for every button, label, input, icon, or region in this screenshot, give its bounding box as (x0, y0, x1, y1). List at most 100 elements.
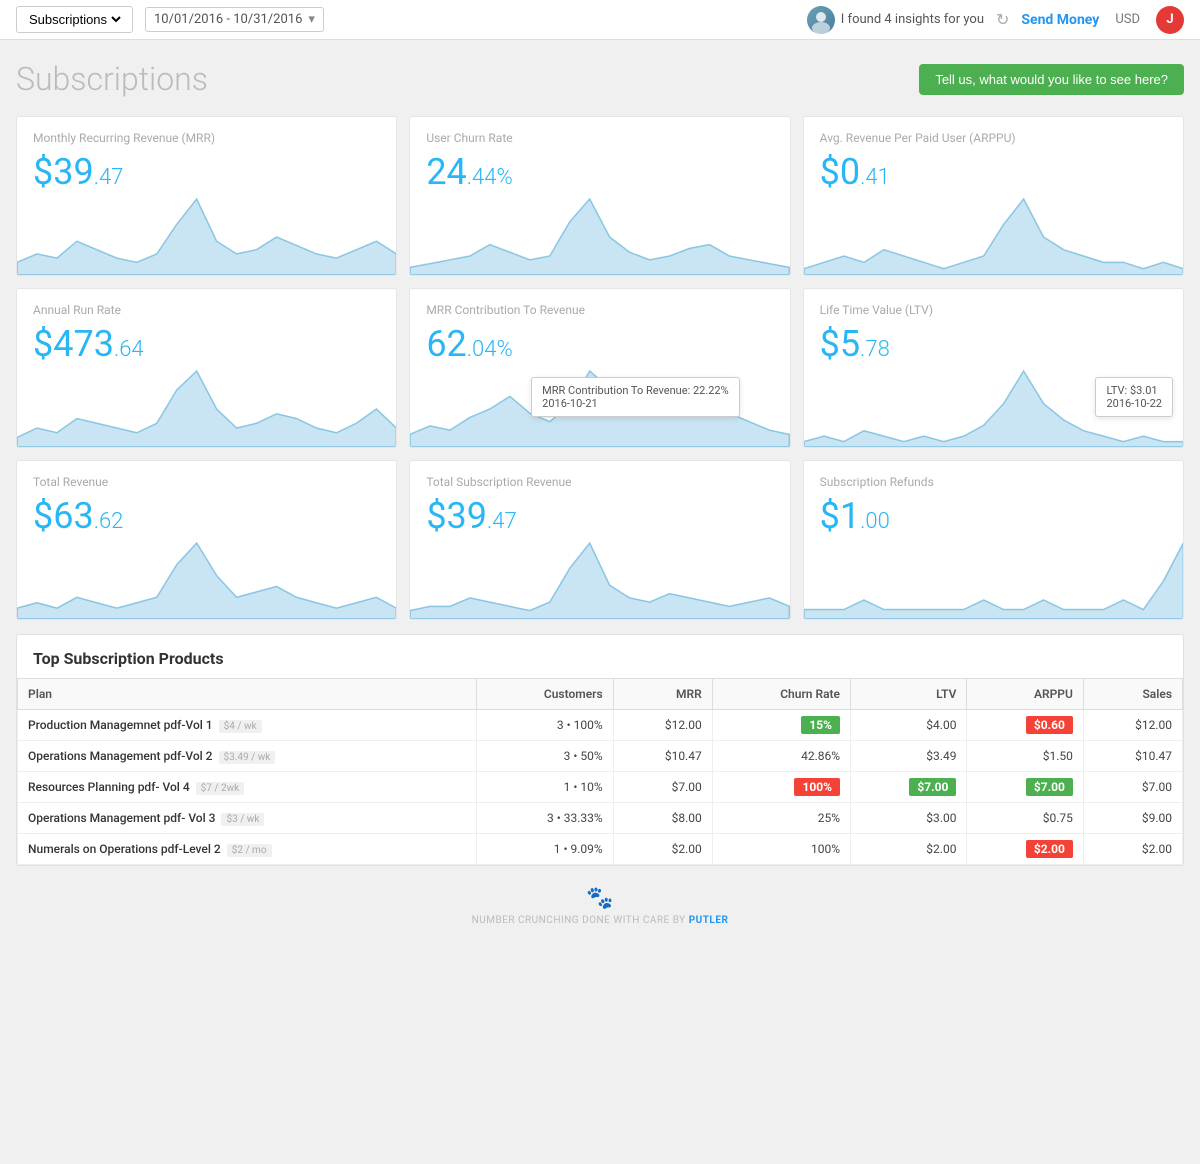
metric-label: Avg. Revenue Per Paid User (ARPPU) (820, 131, 1167, 145)
metric-chart (410, 539, 789, 619)
tell-us-button[interactable]: Tell us, what would you like to see here… (919, 64, 1184, 95)
ltv-cell: $7.00 (851, 772, 967, 803)
date-range-caret-icon: ▾ (308, 12, 315, 27)
page-title: Subscriptions (16, 60, 208, 98)
date-range-picker[interactable]: 10/01/2016 - 10/31/2016 ▾ (145, 7, 324, 32)
page-header: Subscriptions Tell us, what would you li… (16, 60, 1184, 98)
metric-card-mrr_contrib[interactable]: MRR Contribution To Revenue 62.04% MRR Con… (409, 288, 790, 448)
metric-value: $1.00 (820, 495, 1167, 537)
metric-value: $5.78 (820, 323, 1167, 365)
sales-cell: $2.00 (1083, 834, 1182, 865)
table-title: Top Subscription Products (17, 635, 1183, 678)
metric-card-total_rev[interactable]: Total Revenue$63.62 (16, 460, 397, 620)
table-row[interactable]: Resources Planning pdf- Vol 4$7 / 2wk1 •… (18, 772, 1183, 803)
user-avatar-badge[interactable]: J (1156, 6, 1184, 34)
metric-value: 62.04% (426, 323, 773, 365)
insights-text: I found 4 insights for you (841, 12, 984, 27)
metric-value: 24.44% (426, 151, 773, 193)
customers-cell: 3 • 33.33% (477, 803, 614, 834)
metric-chart (17, 367, 396, 447)
mrr-cell: $7.00 (613, 772, 712, 803)
table-row[interactable]: Numerals on Operations pdf-Level 2$2 / m… (18, 834, 1183, 865)
table-header: Customers (477, 679, 614, 710)
footer-icon: 🐾 (36, 886, 1164, 911)
ltv-cell: $2.00 (851, 834, 967, 865)
table-header: MRR (613, 679, 712, 710)
metric-label: Annual Run Rate (33, 303, 380, 317)
insights-area: I found 4 insights for you (807, 6, 984, 34)
churn-rate-cell: 25% (712, 803, 850, 834)
table-header: Plan (18, 679, 477, 710)
metric-chart (804, 539, 1183, 619)
metric-label: Total Subscription Revenue (426, 475, 773, 489)
metric-chart (17, 539, 396, 619)
sales-cell: $10.47 (1083, 741, 1182, 772)
metric-label: MRR Contribution To Revenue (426, 303, 773, 317)
ltv-cell: $3.00 (851, 803, 967, 834)
sales-cell: $7.00 (1083, 772, 1182, 803)
churn-rate-cell: 15% (712, 710, 850, 741)
metric-card-ltv[interactable]: Life Time Value (LTV) $5.78 LTV: $3.012016… (803, 288, 1184, 448)
metrics-grid: Monthly Recurring Revenue (MRR) $39.47 Use… (16, 116, 1184, 620)
table-row[interactable]: Production Managemnet pdf-Vol 1$4 / wk3 … (18, 710, 1183, 741)
churn-rate-cell: 100% (712, 772, 850, 803)
metric-card-arr[interactable]: Annual Run Rate $473.64 (16, 288, 397, 448)
send-money-button[interactable]: Send Money (1021, 12, 1099, 28)
plan-name-cell: Numerals on Operations pdf-Level 2$2 / m… (18, 834, 477, 865)
metric-chart (410, 195, 789, 275)
metric-card-sub_rev[interactable]: Total Subscription Revenue $39.47 (409, 460, 790, 620)
metric-label: Subscription Refunds (820, 475, 1167, 489)
table-header: Churn Rate (712, 679, 850, 710)
mrr-cell: $2.00 (613, 834, 712, 865)
metric-card-arppu[interactable]: Avg. Revenue Per Paid User (ARPPU) $0.41 (803, 116, 1184, 276)
metric-value: $39.47 (426, 495, 773, 537)
page-content: Subscriptions Tell us, what would you li… (0, 40, 1200, 966)
metric-chart (804, 195, 1183, 275)
metric-card-mrr[interactable]: Monthly Recurring Revenue (MRR) $39.47 (16, 116, 397, 276)
subscriptions-dropdown[interactable]: Subscriptions (16, 6, 133, 33)
churn-rate-cell: 42.86% (712, 741, 850, 772)
ltv-cell: $4.00 (851, 710, 967, 741)
arppu-cell: $0.60 (967, 710, 1083, 741)
metric-label: Monthly Recurring Revenue (MRR) (33, 131, 380, 145)
plan-name-cell: Resources Planning pdf- Vol 4$7 / 2wk (18, 772, 477, 803)
subscription-table: PlanCustomersMRRChurn RateLTVARPPUSalesP… (17, 678, 1183, 865)
view-select[interactable]: Subscriptions (25, 11, 124, 28)
metric-value: $0.41 (820, 151, 1167, 193)
arppu-cell: $0.75 (967, 803, 1083, 834)
table-section: Top Subscription Products PlanCustomersM… (16, 634, 1184, 866)
topbar: Subscriptions 10/01/2016 - 10/31/2016 ▾ … (0, 0, 1200, 40)
arppu-cell: $2.00 (967, 834, 1083, 865)
metric-value: $39.47 (33, 151, 380, 193)
metric-card-refunds[interactable]: Subscription Refunds $1.00 (803, 460, 1184, 620)
footer-brand: PUTLER (689, 915, 729, 926)
plan-name-cell: Operations Management pdf-Vol 2$3.49 / w… (18, 741, 477, 772)
plan-name-cell: Production Managemnet pdf-Vol 1$4 / wk (18, 710, 477, 741)
mrr-cell: $8.00 (613, 803, 712, 834)
metric-tooltip: MRR Contribution To Revenue: 22.22%2016-… (531, 377, 740, 417)
currency-label: USD (1115, 12, 1140, 27)
arppu-cell: $1.50 (967, 741, 1083, 772)
metric-value: $473.64 (33, 323, 380, 365)
avatar (807, 6, 835, 34)
customers-cell: 3 • 100% (477, 710, 614, 741)
metric-tooltip: LTV: $3.012016-10-22 (1095, 377, 1173, 417)
table-row[interactable]: Operations Management pdf- Vol 3$3 / wk3… (18, 803, 1183, 834)
metric-label: Life Time Value (LTV) (820, 303, 1167, 317)
refresh-icon[interactable]: ↻ (996, 10, 1009, 29)
arppu-cell: $7.00 (967, 772, 1083, 803)
churn-rate-cell: 100% (712, 834, 850, 865)
customers-cell: 1 • 9.09% (477, 834, 614, 865)
metric-chart (17, 195, 396, 275)
metric-card-churn[interactable]: User Churn Rate24.44% (409, 116, 790, 276)
footer: 🐾 NUMBER CRUNCHING DONE WITH CARE BY PUT… (16, 866, 1184, 946)
table-header: Sales (1083, 679, 1182, 710)
date-range-text: 10/01/2016 - 10/31/2016 (154, 12, 302, 27)
table-row[interactable]: Operations Management pdf-Vol 2$3.49 / w… (18, 741, 1183, 772)
table-header: ARPPU (967, 679, 1083, 710)
mrr-cell: $12.00 (613, 710, 712, 741)
customers-cell: 1 • 10% (477, 772, 614, 803)
table-header: LTV (851, 679, 967, 710)
metric-label: Total Revenue (33, 475, 380, 489)
sales-cell: $9.00 (1083, 803, 1182, 834)
